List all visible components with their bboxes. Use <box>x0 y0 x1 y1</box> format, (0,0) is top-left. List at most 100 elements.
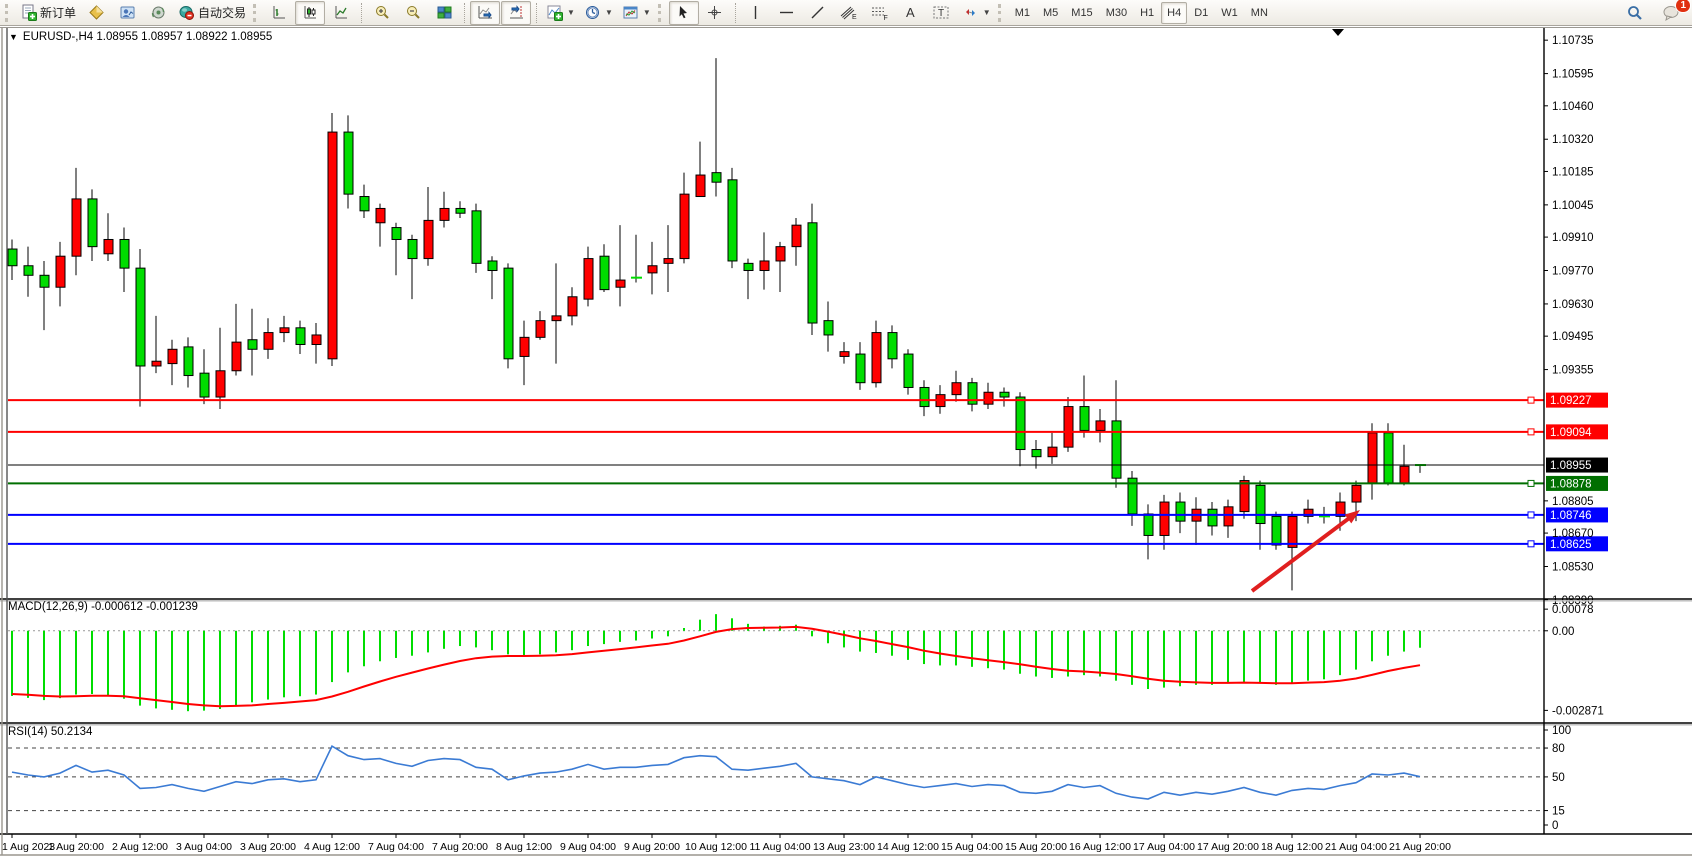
line-chart-icon <box>333 4 350 21</box>
tf-button-mn[interactable]: MN <box>1245 2 1274 24</box>
crosshair-button[interactable] <box>700 1 730 25</box>
search-button[interactable] <box>1620 1 1650 25</box>
horizontal-line-button[interactable] <box>772 1 802 25</box>
candlestick-icon <box>302 4 319 21</box>
time-tick-label: 10 Aug 12:00 <box>685 841 747 853</box>
gold-diamond-icon <box>88 4 105 21</box>
tile-windows-icon <box>436 4 453 21</box>
cursor-arrow-icon <box>675 4 692 21</box>
periods-button[interactable]: ▼ <box>580 1 617 25</box>
chart-title: ▼ EURUSD-,H4 1.08955 1.08957 1.08922 1.0… <box>9 31 272 43</box>
price-badge-label: 1.08878 <box>1550 478 1592 490</box>
trendline-button[interactable] <box>803 1 833 25</box>
price-tick-label: 1.10320 <box>1552 134 1594 146</box>
macd-tick-label: -0.002871 <box>1552 705 1604 717</box>
time-tick-label: 4 Aug 12:00 <box>304 841 360 853</box>
price-tick-label: 1.09355 <box>1552 365 1594 377</box>
arrows-icon <box>962 4 979 21</box>
rsi-tick-label: 15 <box>1552 806 1565 818</box>
crosshair-icon <box>706 4 723 21</box>
svg-text:A: A <box>906 5 915 20</box>
time-tick-label: 14 Aug 12:00 <box>877 841 939 853</box>
equidistant-channel-button[interactable]: E <box>834 1 864 25</box>
tf-button-h1[interactable]: H1 <box>1134 2 1160 24</box>
autotrading-button[interactable]: 自动交易 <box>174 1 250 25</box>
price-tick-label: 1.09630 <box>1552 299 1594 311</box>
auto-scroll-button[interactable] <box>470 1 500 25</box>
vertical-line-button[interactable] <box>741 1 771 25</box>
time-tick-label: 3 Aug 04:00 <box>176 841 232 853</box>
tf-button-m1[interactable]: M1 <box>1009 2 1036 24</box>
toolbar-grip[interactable] <box>998 4 1004 22</box>
time-tick-label: 9 Aug 20:00 <box>624 841 680 853</box>
broadcast-button[interactable] <box>143 1 173 25</box>
toolbar-grip[interactable] <box>658 4 664 22</box>
text-label-button[interactable]: T <box>927 1 957 25</box>
indicators-icon <box>546 4 563 21</box>
autotrading-icon <box>178 4 195 21</box>
tf-button-m5[interactable]: M5 <box>1037 2 1064 24</box>
tf-button-m15[interactable]: M15 <box>1065 2 1098 24</box>
macd-tick-label: 0.00 <box>1552 626 1574 638</box>
bar-chart-type-button[interactable] <box>264 1 294 25</box>
price-tick-label: 1.08670 <box>1552 528 1594 540</box>
mt4-terminal: { "toolbar": { "new_order_label": "新订单",… <box>0 0 1692 856</box>
person-chart-icon <box>119 4 136 21</box>
new-order-icon <box>20 4 37 21</box>
toolbar-grip[interactable] <box>253 4 259 22</box>
symbol-collapse-icon[interactable]: ▼ <box>9 32 18 42</box>
zoom-out-button[interactable] <box>398 1 428 25</box>
broadcast-icon <box>150 4 167 21</box>
fibonacci-icon: F <box>870 4 889 21</box>
text-button[interactable]: A <box>896 1 926 25</box>
channel-icon: E <box>839 4 858 21</box>
chart-canvas[interactable]: 1.092271.090941.089551.088781.087461.086… <box>0 27 1692 856</box>
toolbar-separator <box>536 3 537 23</box>
time-tick-label: 9 Aug 04:00 <box>560 841 616 853</box>
tf-button-m30[interactable]: M30 <box>1100 2 1133 24</box>
macd-indicator-label: MACD(12,26,9) -0.000612 -0.001239 <box>8 601 198 613</box>
candlestick-chart-type-button[interactable] <box>295 1 325 25</box>
time-tick-label: 21 Aug 20:00 <box>1389 841 1451 853</box>
time-tick-label: 15 Aug 04:00 <box>941 841 1003 853</box>
arrows-button[interactable]: ▼ <box>958 1 995 25</box>
tile-windows-button[interactable] <box>429 1 459 25</box>
zoom-in-icon <box>374 4 391 21</box>
toolbar-separator <box>464 3 465 23</box>
charts-button[interactable] <box>81 1 111 25</box>
market-watch-button[interactable] <box>112 1 142 25</box>
price-tick-label: 1.09910 <box>1552 232 1594 244</box>
text-icon: A <box>903 4 918 21</box>
toolbar-separator <box>361 3 362 23</box>
svg-text:T: T <box>938 8 944 19</box>
toolbar-grip[interactable] <box>5 4 11 22</box>
time-tick-label: 7 Aug 20:00 <box>432 841 488 853</box>
indicators-button[interactable]: ▼ <box>542 1 579 25</box>
price-tick-label: 1.10045 <box>1552 200 1594 212</box>
tf-button-w1[interactable]: W1 <box>1215 2 1244 24</box>
templates-button[interactable]: ▼ <box>618 1 655 25</box>
fibonacci-button[interactable]: F <box>865 1 895 25</box>
price-tick-label: 1.09770 <box>1552 266 1594 278</box>
tf-button-h4[interactable]: H4 <box>1161 2 1187 24</box>
price-tick-label: 1.10735 <box>1552 35 1594 47</box>
tf-button-d1[interactable]: D1 <box>1188 2 1214 24</box>
zoom-out-icon <box>405 4 422 21</box>
hline-anchor <box>1528 480 1534 486</box>
macd-tick-label: 0.00078 <box>1552 604 1594 616</box>
rsi-indicator-label: RSI(14) 50.2134 <box>8 726 92 738</box>
price-tick-label: 1.10460 <box>1552 101 1594 113</box>
price-tick-label: 1.09495 <box>1552 331 1594 343</box>
price-tick-label: 1.10185 <box>1552 166 1594 178</box>
line-chart-type-button[interactable] <box>326 1 356 25</box>
zoom-in-button[interactable] <box>367 1 397 25</box>
time-tick-label: 16 Aug 12:00 <box>1069 841 1131 853</box>
time-tick-label: 13 Aug 23:00 <box>813 841 875 853</box>
new-order-button[interactable]: 新订单 <box>16 1 80 25</box>
trendline-icon <box>809 4 826 21</box>
dropdown-caret-icon: ▼ <box>567 8 575 17</box>
time-tick-label: 2 Aug 12:00 <box>112 841 168 853</box>
notifications-button[interactable]: 1 <box>1656 1 1686 25</box>
cursor-button[interactable] <box>669 1 699 25</box>
chart-shift-button[interactable] <box>501 1 531 25</box>
